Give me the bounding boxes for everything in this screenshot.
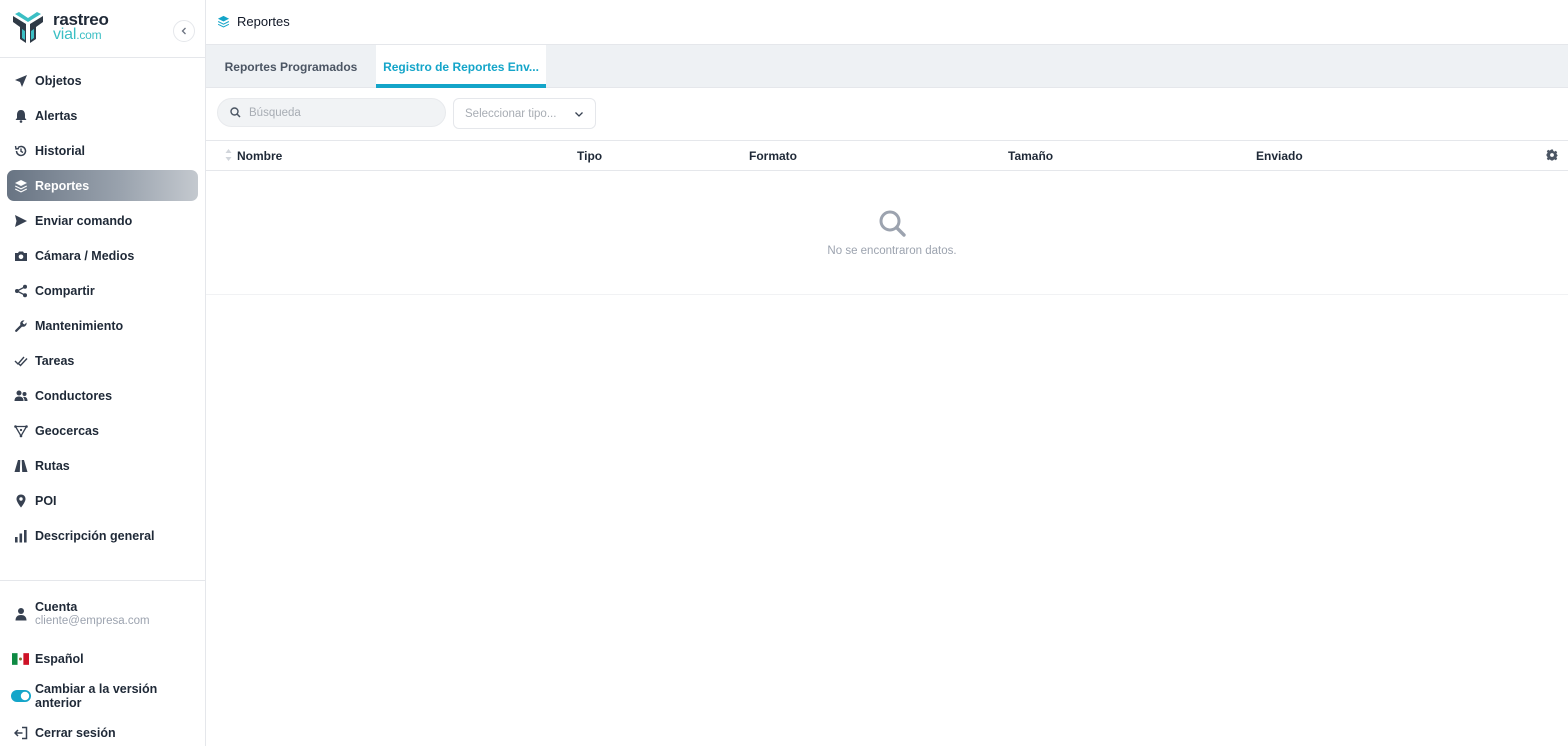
logout-icon: [14, 726, 28, 739]
brand-domain-suffix: .com: [76, 28, 102, 42]
brand-domain: vial.com: [53, 26, 102, 44]
search-box: [217, 98, 446, 127]
sidebar-item-objetos[interactable]: Objetos: [0, 63, 205, 98]
send-icon: [15, 215, 27, 227]
logo-area: rastreo vial.com: [0, 0, 205, 58]
sidebar-item-label: Enviar comando: [35, 213, 133, 228]
tab-bar: Reportes Programados Registro de Reporte…: [206, 45, 1568, 88]
legacy-toggle-label: Cambiar a la versión anterior: [35, 681, 158, 710]
sidebar-item-conductores[interactable]: Conductores: [0, 378, 205, 413]
chevron-left-icon: [181, 27, 186, 35]
account-menu[interactable]: Cuenta cliente@empresa.com: [0, 586, 205, 640]
language-selector[interactable]: Español: [0, 640, 205, 677]
sidebar-footer: Cuenta cliente@empresa.com Español Cambi…: [0, 580, 205, 746]
account-email: cliente@empresa.com: [35, 614, 150, 627]
sidebar-item-label: Geocercas: [35, 423, 99, 438]
sidebar-item-label: Alertas: [35, 108, 78, 123]
navigation-arrow-icon: [15, 75, 27, 87]
mexico-flag-icon: [12, 652, 29, 665]
sidebar-item-label: Descripción general: [35, 528, 155, 543]
history-icon: [14, 145, 27, 157]
legacy-version-toggle[interactable]: Cambiar a la versión anterior: [0, 677, 205, 714]
sidebar-item-tareas[interactable]: Tareas: [0, 343, 205, 378]
sidebar-item-descripcion-general[interactable]: Descripción general: [0, 518, 205, 553]
layers-icon: [15, 180, 27, 193]
layers-icon: [217, 15, 230, 28]
map-pin-icon: [16, 494, 26, 508]
search-input[interactable]: [249, 104, 429, 122]
sidebar: rastreo vial.com Objetos Alertas Histori…: [0, 0, 206, 746]
column-header-tipo[interactable]: Tipo: [577, 149, 602, 163]
brand-domain-main: vial: [53, 26, 77, 43]
type-select-placeholder: Seleccionar tipo...: [465, 108, 557, 120]
toggle-on-icon: [11, 689, 31, 702]
camera-icon: [15, 251, 27, 261]
sidebar-item-geocercas[interactable]: Geocercas: [0, 413, 205, 448]
sidebar-item-rutas[interactable]: Rutas: [0, 448, 205, 483]
sidebar-item-poi[interactable]: POI: [0, 483, 205, 518]
sidebar-item-label: Rutas: [35, 458, 70, 473]
sidebar-item-label: Conductores: [35, 388, 113, 403]
filter-bar: Seleccionar tipo...: [206, 88, 1568, 141]
brand-logo-icon: [13, 12, 43, 43]
sidebar-item-label: Historial: [35, 143, 86, 158]
column-header-nombre[interactable]: Nombre: [237, 149, 282, 163]
sidebar-item-mantenimiento[interactable]: Mantenimiento: [0, 308, 205, 343]
bell-icon: [15, 110, 27, 123]
sidebar-item-alertas[interactable]: Alertas: [0, 98, 205, 133]
column-header-enviado[interactable]: Enviado: [1256, 149, 1303, 163]
collapse-sidebar-button[interactable]: [173, 20, 195, 42]
sidebar-item-label: Tareas: [35, 353, 75, 368]
sidebar-item-label: Mantenimiento: [35, 318, 124, 333]
sidebar-item-label: Compartir: [35, 283, 95, 298]
page-header: Reportes: [206, 0, 1568, 45]
page-title: Reportes: [237, 14, 290, 29]
empty-state-message: No se encontraron datos.: [827, 245, 957, 257]
chevron-down-icon: [575, 112, 583, 117]
column-header-formato[interactable]: Formato: [749, 149, 797, 163]
sidebar-item-historial[interactable]: Historial: [0, 133, 205, 168]
column-header-tamano[interactable]: Tamaño: [1008, 149, 1053, 163]
gear-icon[interactable]: [1546, 149, 1558, 161]
search-icon: [230, 107, 241, 118]
wrench-icon: [15, 320, 27, 332]
sidebar-item-label: Objetos: [35, 73, 82, 88]
bar-chart-icon: [15, 530, 27, 543]
sidebar-item-reportes[interactable]: Reportes: [7, 170, 198, 201]
type-select[interactable]: Seleccionar tipo...: [453, 98, 596, 129]
tab-reportes-programados[interactable]: Reportes Programados: [206, 45, 376, 88]
user-icon: [15, 608, 27, 621]
tab-registro-reportes-enviados[interactable]: Registro de Reportes Env...: [376, 45, 546, 88]
sort-icon[interactable]: [225, 148, 232, 162]
sidebar-item-enviar-comando[interactable]: Enviar comando: [0, 203, 205, 238]
logout-button[interactable]: Cerrar sesión: [0, 714, 205, 746]
road-icon: [14, 460, 28, 472]
empty-state: No se encontraron datos.: [206, 171, 1568, 295]
sidebar-item-label: Cámara / Medios: [35, 248, 135, 263]
polygon-icon: [14, 425, 28, 438]
users-icon: [14, 390, 28, 401]
sidebar-item-camara-medios[interactable]: Cámara / Medios: [0, 238, 205, 273]
share-icon: [15, 284, 27, 298]
sidebar-item-label: POI: [35, 493, 57, 508]
language-label: Español: [35, 651, 84, 666]
search-icon: [879, 210, 906, 237]
sidebar-item-label: Reportes: [35, 178, 90, 193]
logout-label: Cerrar sesión: [35, 725, 116, 740]
main-content: Reportes Reportes Programados Registro d…: [206, 0, 1568, 746]
sidebar-nav: Objetos Alertas Historial Reportes Envia…: [0, 63, 205, 553]
account-label: Cuenta: [35, 599, 78, 614]
table-header: Nombre Tipo Formato Tamaño Enviado: [206, 141, 1568, 171]
double-check-icon: [14, 356, 28, 367]
sidebar-item-compartir[interactable]: Compartir: [0, 273, 205, 308]
